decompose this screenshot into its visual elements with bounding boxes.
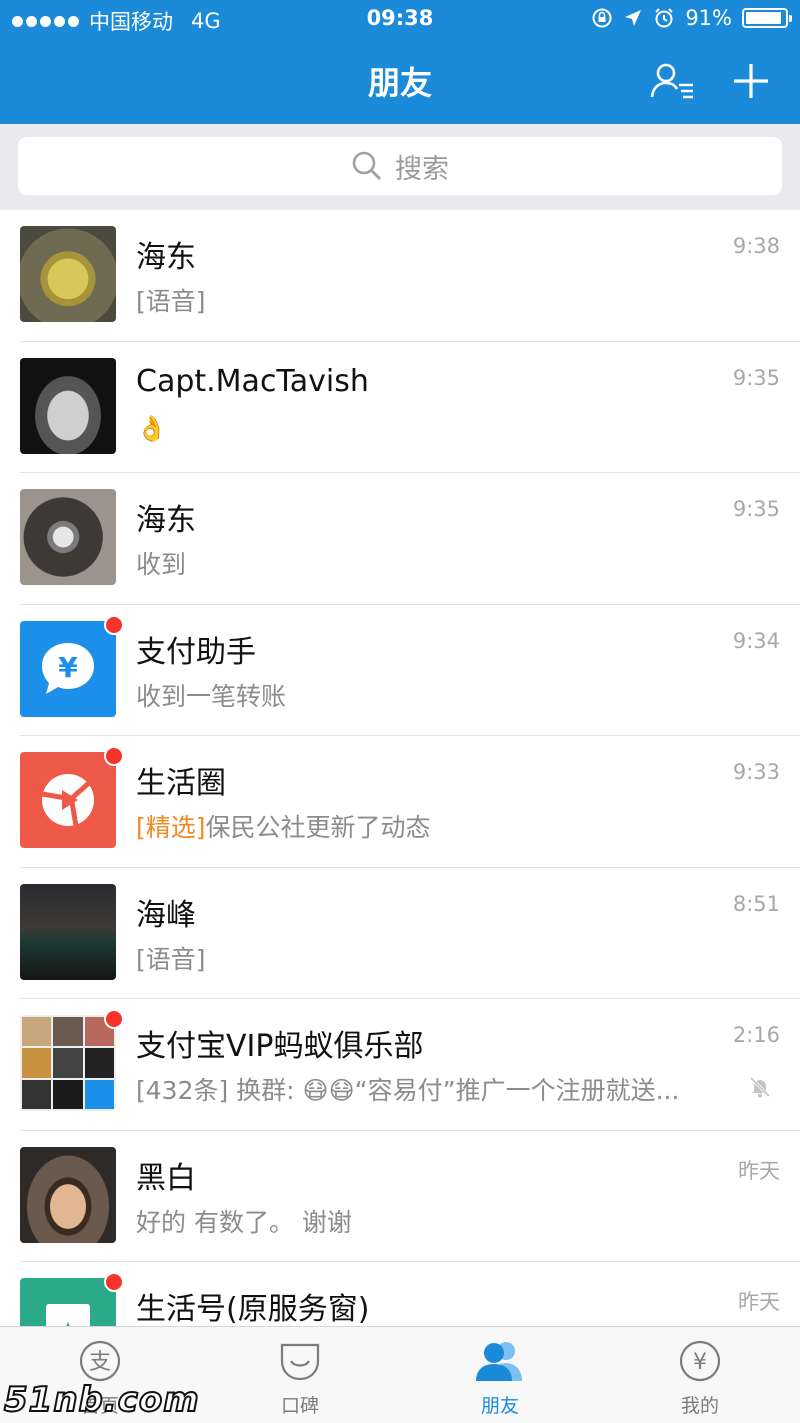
conversation-time: 9:34	[732, 628, 780, 653]
conversation-name: 海东	[136, 503, 196, 538]
location-icon	[625, 10, 642, 26]
conversation-preview: 收到一笔转账	[136, 681, 287, 711]
featured-tag: [精选]	[136, 813, 206, 842]
battery-icon	[742, 8, 792, 28]
conversation-list[interactable]: 海东 [语音] 9:38 Capt.MacTavish 👌 9:35 海东 收到…	[0, 210, 800, 1326]
tab-label: 口碑	[280, 1395, 319, 1417]
search-area: 搜索	[0, 124, 800, 210]
status-right: 91%	[591, 6, 792, 30]
conversation-time: 昨天	[738, 1158, 780, 1183]
tab-friends[interactable]: 朋友	[400, 1327, 600, 1423]
tab-mine[interactable]: ¥ 我的	[600, 1327, 800, 1423]
alipay-home-icon: 支	[78, 1339, 122, 1383]
conversation-name: Capt.MacTavish	[136, 363, 369, 399]
avatar: ¥	[20, 620, 116, 717]
conversation-name: 海峰	[136, 897, 196, 933]
search-placeholder: 搜索	[395, 153, 449, 185]
conversation-time: 9:33	[732, 760, 780, 784]
conversation-name: 生活号(原服务窗)	[136, 1292, 370, 1326]
conversation-time: 昨天	[738, 1290, 780, 1314]
life-circle-icon	[41, 774, 94, 827]
add-button[interactable]	[726, 58, 776, 104]
unread-badge	[104, 746, 124, 766]
mute-bell-icon	[749, 1076, 771, 1098]
payment-assistant-icon: ¥	[42, 642, 94, 694]
conversation-preview: [语音]	[136, 944, 206, 974]
svg-text:支: 支	[89, 1350, 111, 1375]
status-bar: 中国移动 4G 09:38 91%	[0, 0, 800, 40]
alarm-icon	[655, 8, 674, 28]
unread-badge	[104, 1272, 124, 1292]
tab-label: 朋友	[480, 1395, 519, 1417]
conversation-time: 9:38	[732, 234, 780, 258]
tab-koubei[interactable]: 口碑	[200, 1327, 400, 1423]
conversation-name: 支付助手	[136, 634, 256, 670]
conversation-row[interactable]: 海东 收到 9:35	[0, 473, 800, 605]
avatar	[20, 883, 116, 980]
unread-badge	[104, 1009, 124, 1029]
contacts-list-button[interactable]	[648, 58, 698, 104]
conversation-row[interactable]: 生活号(原服务窗) 昨天	[0, 1262, 800, 1326]
conversation-name: 海东	[136, 240, 196, 275]
conversation-name: 黑白	[136, 1160, 196, 1196]
search-icon	[352, 151, 381, 180]
conversation-preview: 收到	[136, 550, 187, 579]
conversation-name: 生活圈	[136, 766, 226, 801]
unread-badge	[104, 614, 124, 635]
avatar	[20, 1278, 116, 1326]
search-input[interactable]: 搜索	[18, 137, 782, 195]
koubei-icon	[278, 1339, 322, 1383]
svg-text:¥: ¥	[693, 1350, 707, 1375]
svg-text:¥: ¥	[58, 651, 78, 684]
avatar	[20, 1146, 116, 1243]
wallet-icon: ¥	[678, 1339, 722, 1383]
conversation-preview: 好的 有数了。 谢谢	[136, 1207, 352, 1237]
preview-text: 保民公社更新了动态	[205, 813, 431, 842]
conversation-row[interactable]: 黑白 好的 有数了。 谢谢 昨天	[0, 1131, 800, 1262]
avatar	[20, 489, 116, 585]
conversation-time: 2:16	[732, 1023, 780, 1047]
conversation-name: 支付宝VIP蚂蚁俱乐部	[136, 1029, 424, 1064]
friends-icon	[474, 1339, 526, 1383]
avatar	[20, 1015, 116, 1111]
avatar	[20, 752, 116, 848]
conversation-row[interactable]: 生活圈 [精选]保民公社更新了动态 9:33	[0, 736, 800, 868]
conversation-time: 8:51	[732, 891, 780, 916]
conversation-row[interactable]: 海峰 [语音] 8:51	[0, 868, 800, 999]
rotation-lock-icon	[592, 8, 612, 28]
conversation-row[interactable]: Capt.MacTavish 👌 9:35	[0, 342, 800, 473]
avatar	[20, 357, 116, 454]
service-account-icon	[46, 1304, 90, 1326]
avatar	[20, 226, 116, 322]
conversation-preview: [432条] 换群: 😷😷“容易付”推广一个注册就送...	[136, 1076, 680, 1105]
tab-label: 我的	[680, 1395, 719, 1417]
conversation-time: 9:35	[732, 365, 780, 390]
plus-icon	[734, 64, 768, 98]
contacts-list-icon	[650, 63, 693, 99]
conversation-row[interactable]: ¥ 支付助手 收到一笔转账 9:34	[0, 605, 800, 736]
site-watermark: 51nb.com	[3, 1379, 200, 1421]
conversation-row[interactable]: 支付宝VIP蚂蚁俱乐部 [432条] 换群: 😷😷“容易付”推广一个注册就送..…	[0, 999, 800, 1131]
conversation-preview: 👌	[136, 413, 168, 443]
battery-percent: 91%	[685, 6, 732, 30]
conversation-preview: [语音]	[136, 287, 206, 316]
top-bar: 中国移动 4G 09:38 91% 朋友	[0, 0, 800, 124]
conversation-time: 9:35	[732, 497, 780, 521]
conversation-preview: [精选]保民公社更新了动态	[136, 808, 431, 844]
conversation-row[interactable]: 海东 [语音] 9:38	[0, 210, 800, 342]
